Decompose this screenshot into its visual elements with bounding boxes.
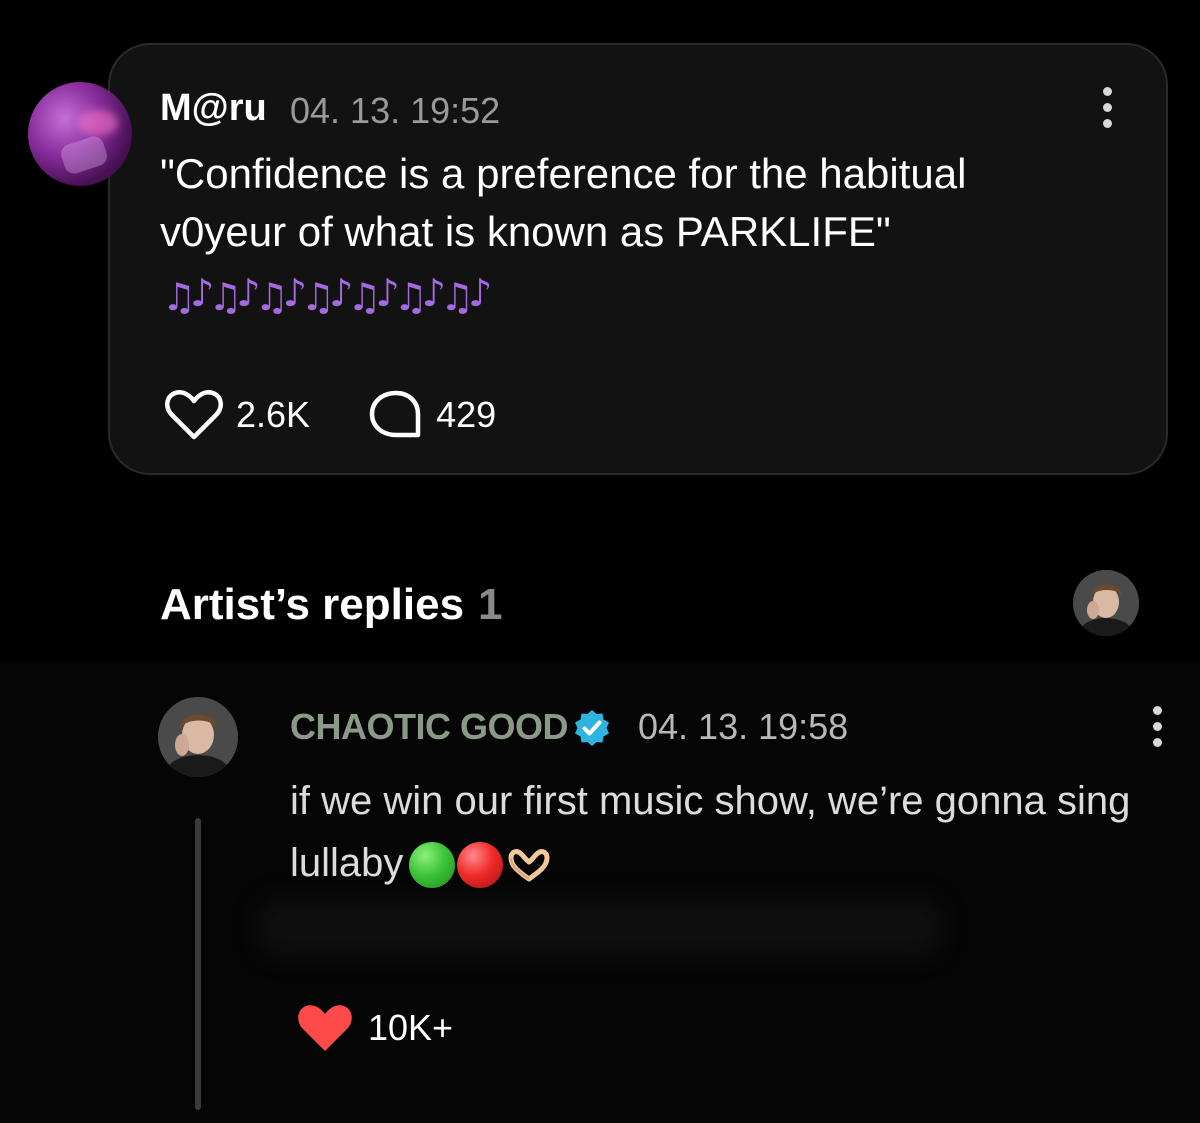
green-circle-icon [409, 842, 456, 889]
artist-avatar-small[interactable] [1073, 570, 1139, 636]
reply-more-menu-icon[interactable] [1150, 706, 1164, 750]
music-note-icon: ♪ [190, 271, 215, 315]
speech-bubble-icon [369, 390, 421, 438]
post-text: "Confidence is a preference for the habi… [160, 145, 1080, 261]
reply-text-block: if we win our first music show, we’re go… [290, 770, 1190, 894]
blurred-region [255, 896, 945, 958]
music-note-icon: ♪ [329, 271, 354, 315]
post-author-avatar[interactable] [28, 82, 132, 186]
post-actions: 2.6K 429 [164, 390, 496, 440]
post-more-menu-icon[interactable] [1100, 87, 1114, 131]
music-note-icon: ♪ [236, 271, 261, 315]
post-timestamp: 04. 13. 19:52 [290, 90, 501, 131]
reply-like-button[interactable]: 10K+ [296, 1002, 453, 1054]
music-note-icon: ♪ [282, 271, 308, 315]
music-note-icon: ♪ [375, 271, 400, 315]
heart-filled-icon [298, 1005, 352, 1051]
artist-replies-count: 1 [478, 580, 503, 629]
reply-timestamp: 04. 13. 19:58 [638, 706, 849, 747]
artist-replies-title: Artist’s replies [160, 580, 465, 629]
heart-outline-icon [165, 390, 223, 440]
artist-portrait-icon [1073, 570, 1139, 636]
like-count: 2.6K [236, 394, 311, 435]
post-text-line2: v0yeur of what is known as PARKLIFE" [160, 208, 891, 255]
reply-author-avatar[interactable] [158, 697, 238, 777]
post-card: M@ru 04. 13. 19:52 "Confidence is a pref… [108, 43, 1168, 475]
artist-replies-header: Artist’s replies 1 [160, 580, 503, 630]
like-button[interactable]: 2.6K [164, 389, 310, 441]
music-note-icon: ♪ [468, 271, 493, 315]
music-notes-emoji-row: ♫ ♪ ♫ ♪ ♫ ♪ ♫ ♪ ♫ ♪ ♫ ♪ ♫ ♪ [162, 269, 492, 319]
comment-button[interactable]: 429 [368, 389, 496, 441]
heart-hands-icon [508, 849, 550, 882]
thread-line [195, 818, 201, 1110]
reply-actions: 10K+ [296, 1000, 453, 1056]
post-text-line1: "Confidence is a preference for the habi… [160, 150, 967, 197]
music-note-icon: ♪ [421, 271, 447, 315]
red-circle-icon [457, 842, 504, 889]
artist-portrait-icon [158, 697, 238, 777]
reply-like-count: 10K+ [368, 1007, 454, 1048]
post-author-name[interactable]: M@ru [160, 87, 267, 130]
reply-emojis [409, 842, 551, 889]
verified-badge-icon [575, 710, 609, 746]
comment-count: 429 [436, 394, 497, 435]
reply-author-name[interactable]: CHAOTIC GOOD [290, 706, 569, 748]
